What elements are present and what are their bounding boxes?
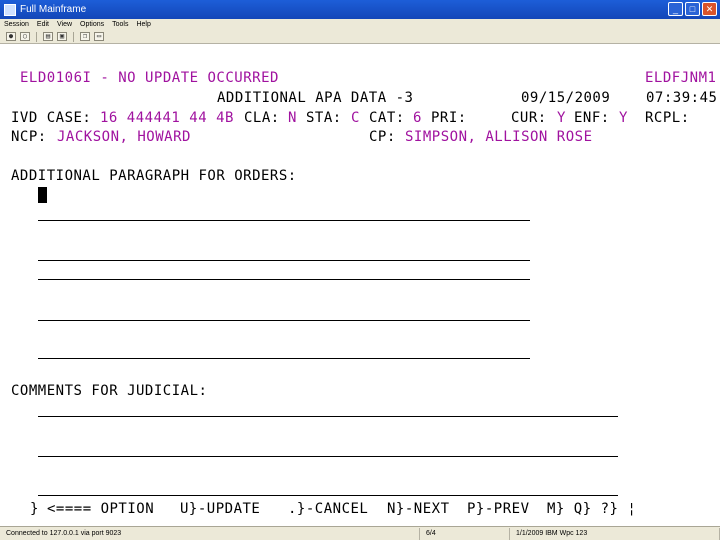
judicial-label: COMMENTS FOR JUDICIAL: [11, 383, 208, 399]
pri-label: PRI: [431, 110, 467, 126]
screen-id: ELDFJNM1 [645, 70, 717, 86]
maximize-button[interactable]: □ [685, 2, 700, 16]
orders-input-line-4[interactable] [38, 320, 530, 321]
pf-next[interactable]: N}-NEXT [387, 500, 450, 518]
sta-value: C [351, 110, 360, 126]
toolbar-separator [73, 31, 74, 42]
enf-value: Y [619, 110, 628, 126]
cursor-position: 6/4 [420, 527, 510, 540]
menu-help[interactable]: Help [136, 21, 150, 28]
judicial-input-line-3[interactable] [38, 495, 618, 496]
ivd-case-label: IVD CASE: [11, 110, 92, 126]
menu-options[interactable]: Options [80, 21, 104, 28]
pf-prev[interactable]: P}-PREV [467, 500, 530, 518]
ncp-label: NCP: [11, 129, 47, 145]
cla-label: CLA: [244, 110, 280, 126]
orders-input-line-3[interactable] [38, 279, 530, 280]
orders-input-line-1[interactable] [38, 220, 530, 221]
screen-title: ADDITIONAL APA DATA -3 [217, 90, 414, 106]
ivd-case-value: 16 444441 44 4B [100, 110, 234, 126]
terminal-screen: ELD0106I - NO UPDATE OCCURRED ELDFJNM1 A… [0, 44, 720, 526]
pf-update[interactable]: U}-UPDATE [180, 500, 260, 518]
orders-input-line-5[interactable] [38, 358, 530, 359]
menu-view[interactable]: View [57, 21, 72, 28]
print-icon[interactable]: ▤ [43, 32, 53, 41]
rcpl-label: RCPL: [645, 110, 690, 126]
enf-label: ENF: [574, 110, 610, 126]
toolbar-separator [36, 31, 37, 42]
judicial-input-line-2[interactable] [38, 456, 618, 457]
close-button[interactable]: ✕ [702, 2, 717, 16]
menu-tools[interactable]: Tools [112, 21, 128, 28]
sta-label: STA: [306, 110, 342, 126]
cla-value: N [288, 110, 297, 126]
menu-session[interactable]: Session [4, 21, 29, 28]
status-info: 1/1/2009 IBM Wpc 123 [510, 527, 720, 540]
connect-icon[interactable]: ● [6, 32, 16, 41]
cur-label: CUR: [511, 110, 547, 126]
paste-icon[interactable]: ▭ [94, 32, 104, 41]
option-field[interactable]: } [30, 500, 39, 518]
cat-value: 6 [413, 110, 422, 126]
disconnect-icon[interactable]: ○ [20, 32, 30, 41]
cp-value: SIMPSON, ALLISON ROSE [405, 129, 593, 145]
cat-label: CAT: [369, 110, 405, 126]
orders-input-line-2[interactable] [38, 260, 530, 261]
screen-time: 07:39:45 [646, 90, 718, 106]
menu-bar: Session Edit View Options Tools Help [0, 19, 720, 30]
app-icon [4, 3, 16, 16]
option-prompt: <==== OPTION [47, 501, 155, 517]
cur-value: Y [557, 110, 566, 126]
status-bar: Connected to 127.0.0.1 via port 9023 6/4… [0, 526, 720, 540]
system-message: ELD0106I - NO UPDATE OCCURRED [20, 70, 279, 86]
window-titlebar: Full Mainframe _ □ ✕ [0, 0, 720, 19]
judicial-input-line-1[interactable] [38, 416, 618, 417]
screen-icon[interactable]: ▣ [57, 32, 67, 41]
toolbar: ● ○ ▤ ▣ ❐ ▭ [0, 30, 720, 44]
orders-label: ADDITIONAL PARAGRAPH FOR ORDERS: [11, 168, 297, 184]
cp-label: CP: [369, 129, 396, 145]
window-title: Full Mainframe [20, 4, 87, 15]
menu-edit[interactable]: Edit [37, 21, 49, 28]
pf-cancel[interactable]: .}-CANCEL [288, 500, 368, 518]
connection-status: Connected to 127.0.0.1 via port 9023 [0, 527, 420, 540]
pf-other-keys[interactable]: M} Q} ?} ¦ [547, 500, 636, 518]
copy-icon[interactable]: ❐ [80, 32, 90, 41]
minimize-button[interactable]: _ [668, 2, 683, 16]
screen-date: 09/15/2009 [521, 90, 611, 106]
text-cursor [38, 187, 47, 203]
ncp-value: JACKSON, HOWARD [57, 129, 191, 145]
